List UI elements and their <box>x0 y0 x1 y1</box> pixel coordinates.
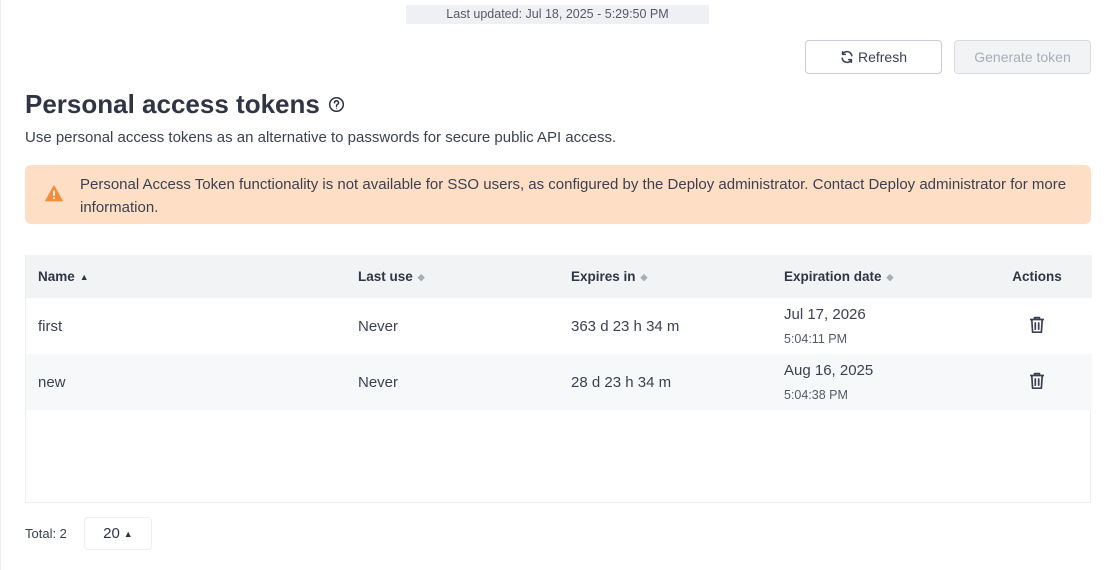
page: Last updated: Jul 18, 2025 - 5:29:50 PM … <box>0 0 1110 570</box>
expiration-date: Aug 16, 2025 <box>784 361 874 379</box>
token-expiration-date: Aug 16, 2025 5:04:38 PM <box>772 354 982 410</box>
caret-up-icon: ▲ <box>123 528 133 539</box>
page-subtitle: Use personal access tokens as an alterna… <box>25 129 617 146</box>
sort-ascending-icon: ▲ <box>79 272 89 282</box>
table-row: first Never 363 d 23 h 34 m Jul 17, 2026… <box>26 298 1092 354</box>
token-expiration-date: Jul 17, 2026 5:04:11 PM <box>772 298 982 354</box>
trash-icon <box>1030 316 1044 333</box>
refresh-button[interactable]: Refresh <box>805 40 942 74</box>
page-title-text: Personal access tokens <box>25 89 320 119</box>
token-actions <box>982 298 1092 354</box>
token-expires-in: 28 d 23 h 34 m <box>571 373 672 391</box>
refresh-label: Refresh <box>857 49 908 65</box>
last-updated-text: Last updated: Jul 18, 2025 - 5:29:50 PM <box>406 5 709 24</box>
page-title: Personal access tokens <box>25 86 345 122</box>
page-size-value: 20 <box>103 525 120 542</box>
column-header-expires-in[interactable]: Expires in ◆ <box>559 255 772 298</box>
help-icon[interactable] <box>328 96 345 113</box>
column-header-expiration-date[interactable]: Expiration date ◆ <box>772 255 982 298</box>
column-header-last-use[interactable]: Last use ◆ <box>346 255 559 298</box>
token-last-use: Never <box>358 373 399 391</box>
sort-icon: ◆ <box>417 272 425 282</box>
token-name: new <box>38 373 66 391</box>
sort-icon: ◆ <box>640 272 648 282</box>
table-footer: Total: 2 20 ▲ <box>25 517 152 550</box>
expiration-time: 5:04:38 PM <box>784 387 848 402</box>
table-row: new Never 28 d 23 h 34 m Aug 16, 2025 5:… <box>26 354 1092 410</box>
token-actions <box>982 354 1092 410</box>
generate-token-button[interactable]: Generate token <box>954 40 1091 74</box>
total-count: Total: 2 <box>25 526 67 541</box>
refresh-icon <box>841 50 853 64</box>
token-last-use: Never <box>358 317 399 335</box>
token-expires-in: 363 d 23 h 34 m <box>571 317 680 335</box>
column-header-name[interactable]: Name ▲ <box>26 255 346 298</box>
warning-icon <box>45 185 63 202</box>
sso-warning-alert: Personal Access Token functionality is n… <box>25 165 1091 224</box>
sort-icon: ◆ <box>886 272 894 282</box>
page-size-select[interactable]: 20 ▲ <box>83 517 152 550</box>
tokens-table: Name ▲ Last use ◆ Expires in ◆ Expiration d… <box>25 255 1092 503</box>
token-name: first <box>38 317 63 335</box>
expiration-time: 5:04:11 PM <box>784 331 848 346</box>
expiration-date: Jul 17, 2026 <box>784 305 866 323</box>
trash-icon <box>1030 372 1044 389</box>
delete-token-button[interactable] <box>1027 371 1047 391</box>
column-header-actions: Actions <box>1012 269 1062 284</box>
alert-message: Personal Access Token functionality is n… <box>80 176 1067 216</box>
table-header-row: Name ▲ Last use ◆ Expires in ◆ Expiration d… <box>26 255 1092 298</box>
delete-token-button[interactable] <box>1027 315 1047 335</box>
